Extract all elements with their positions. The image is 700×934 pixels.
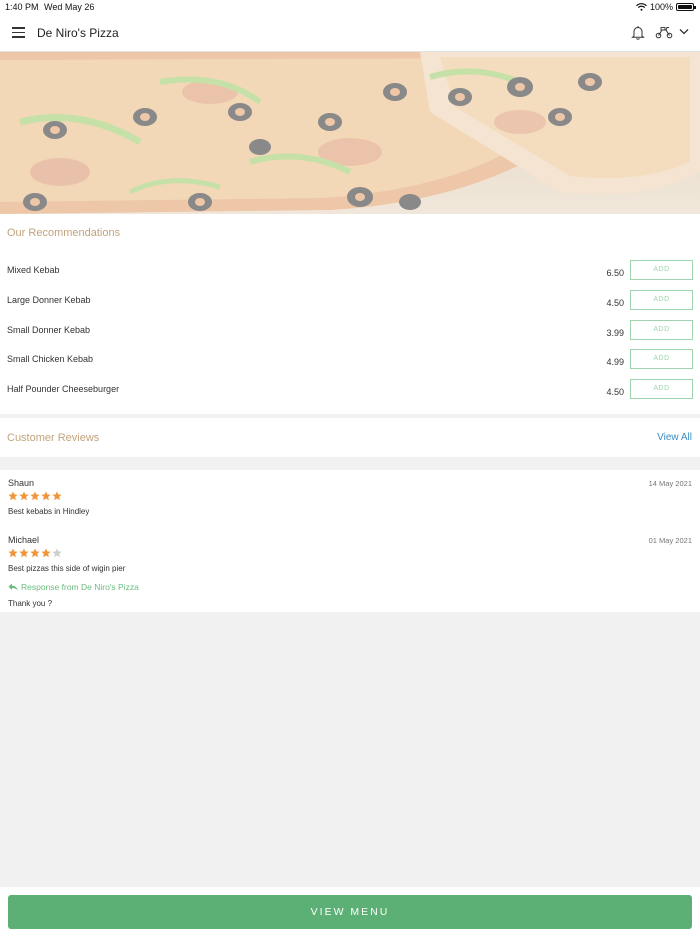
status-date: Wed May 26	[44, 2, 95, 12]
app-header: De Niro's Pizza	[0, 14, 700, 52]
review-text: Best kebabs in Hindley	[8, 507, 90, 516]
status-bar: 1:40 PM Wed May 26 100%	[0, 0, 700, 14]
status-right: 100%	[636, 2, 696, 12]
response-label-text: Response from De Niro's Pizza	[21, 582, 139, 592]
chevron-down-icon[interactable]	[679, 28, 689, 35]
add-button[interactable]: ADD	[630, 379, 693, 399]
star-icon	[52, 491, 62, 501]
battery-percent: 100%	[649, 2, 673, 12]
add-button[interactable]: ADD	[630, 349, 693, 369]
recommendation-item: Small Chicken Kebab 4.99 ADD	[0, 349, 700, 384]
item-price: 6.50	[606, 268, 624, 278]
recommendation-item: Mixed Kebab 6.50 ADD	[0, 260, 700, 295]
star-icon	[19, 548, 29, 558]
add-button[interactable]: ADD	[630, 320, 693, 340]
view-all-link[interactable]: View All	[657, 432, 692, 443]
add-button[interactable]: ADD	[630, 260, 693, 280]
owner-response-label: Response from De Niro's Pizza	[8, 582, 139, 592]
reviews-list: Shaun 14 May 2021 Best kebabs in Hindley…	[0, 470, 700, 612]
hero-pizza-image	[0, 52, 700, 214]
wifi-icon	[636, 3, 647, 11]
reviews-header: Customer Reviews View All	[0, 418, 700, 457]
star-icon	[41, 548, 51, 558]
star-icon	[8, 491, 18, 501]
scooter-icon[interactable]	[655, 26, 673, 39]
recommendations-section: Our Recommendations Mixed Kebab 6.50 ADD…	[0, 214, 700, 414]
star-icon	[19, 491, 29, 501]
star-icon	[8, 548, 18, 558]
item-price: 4.50	[606, 387, 624, 397]
review-text: Best pizzas this side of wigin pier	[8, 564, 126, 573]
owner-response-text: Thank you ?	[8, 599, 53, 608]
reviewer-name: Shaun	[8, 478, 35, 488]
star-rating	[8, 491, 62, 501]
star-rating	[8, 548, 62, 558]
review-date: 01 May 2021	[648, 536, 692, 545]
section-title-reviews: Customer Reviews	[7, 432, 100, 444]
review-date: 14 May 2021	[648, 479, 692, 488]
item-name: Half Pounder Cheeseburger	[7, 384, 120, 394]
view-menu-button[interactable]: VIEW MENU	[8, 895, 692, 929]
recommendation-item: Large Donner Kebab 4.50 ADD	[0, 290, 700, 325]
recommendation-item: Small Donner Kebab 3.99 ADD	[0, 320, 700, 355]
reviewer-name: Michael	[8, 535, 40, 545]
menu-icon[interactable]	[12, 27, 25, 38]
item-name: Small Chicken Kebab	[7, 354, 94, 364]
status-time: 1:40 PM	[5, 2, 39, 12]
battery-fill	[678, 5, 692, 9]
add-button[interactable]: ADD	[630, 290, 693, 310]
star-icon	[30, 491, 40, 501]
item-name: Large Donner Kebab	[7, 295, 91, 305]
battery-icon	[676, 3, 696, 11]
section-title-recommendations: Our Recommendations	[7, 227, 121, 239]
footer: VIEW MENU	[0, 887, 700, 934]
item-price: 3.99	[606, 328, 624, 338]
star-icon	[41, 491, 51, 501]
bell-icon[interactable]	[631, 25, 645, 40]
item-name: Small Donner Kebab	[7, 325, 91, 335]
item-price: 4.50	[606, 298, 624, 308]
item-name: Mixed Kebab	[7, 265, 60, 275]
reply-arrow-icon	[8, 583, 18, 591]
pizza-illustration	[0, 52, 700, 214]
page-title: De Niro's Pizza	[37, 26, 119, 40]
item-price: 4.99	[606, 357, 624, 367]
star-icon	[52, 548, 62, 558]
star-icon	[30, 548, 40, 558]
recommendation-item: Half Pounder Cheeseburger 4.50 ADD	[0, 379, 700, 414]
